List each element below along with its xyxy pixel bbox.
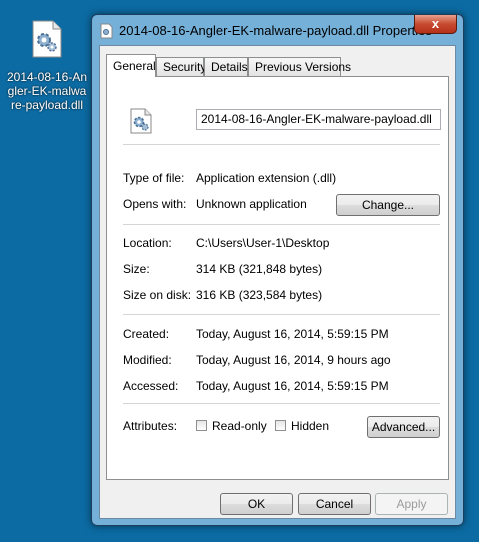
desktop-file-item[interactable]: 2014-08-16-Angler-EK-malware-payload.dll	[6, 20, 88, 112]
cancel-button[interactable]: Cancel	[298, 493, 371, 515]
separator	[123, 224, 440, 225]
properties-window: 2014-08-16-Angler-EK-malware-payload.dll…	[91, 14, 464, 526]
dll-file-icon	[129, 108, 153, 134]
size-on-disk-value: 316 KB (323,584 bytes)	[196, 288, 323, 302]
attributes-label: Attributes:	[123, 419, 178, 433]
separator	[123, 314, 440, 315]
window-title: 2014-08-16-Angler-EK-malware-payload.dll…	[119, 23, 432, 38]
dll-file-icon	[31, 20, 63, 58]
location-value: C:\Users\User-1\Desktop	[196, 236, 330, 250]
tab-security[interactable]: Security	[156, 57, 206, 76]
apply-button[interactable]: Apply	[375, 493, 448, 515]
advanced-button[interactable]: Advanced...	[367, 416, 440, 438]
opens-with-value: Unknown application	[196, 197, 307, 211]
ok-button[interactable]: OK	[220, 493, 293, 515]
type-of-file-value: Application extension (.dll)	[196, 171, 337, 185]
opens-with-label: Opens with:	[123, 197, 187, 211]
size-on-disk-label: Size on disk:	[123, 288, 192, 302]
accessed-value: Today, August 16, 2014, 5:59:15 PM	[196, 379, 389, 393]
change-button[interactable]: Change...	[336, 194, 440, 216]
created-value: Today, August 16, 2014, 5:59:15 PM	[196, 327, 389, 341]
separator	[123, 403, 440, 404]
modified-label: Modified:	[123, 353, 172, 367]
dialog-client: General Security Details Previous Versio…	[99, 45, 456, 519]
size-value: 314 KB (321,848 bytes)	[196, 262, 323, 276]
hidden-label[interactable]: Hidden	[291, 419, 329, 433]
close-icon: x	[431, 16, 440, 31]
desktop-file-label: 2014-08-16-Angler-EK-malware-payload.dll	[6, 70, 88, 112]
tab-previous-versions[interactable]: Previous Versions	[248, 57, 351, 76]
hidden-checkbox[interactable]	[275, 420, 286, 431]
tab-general[interactable]: General	[106, 54, 156, 77]
accessed-label: Accessed:	[123, 379, 179, 393]
dll-file-icon	[100, 23, 113, 39]
filename-field[interactable]: 2014-08-16-Angler-EK-malware-payload.dll	[196, 109, 441, 130]
separator	[123, 144, 440, 145]
close-button[interactable]: x	[414, 15, 457, 34]
read-only-checkbox[interactable]	[196, 420, 207, 431]
type-of-file-label: Type of file:	[123, 171, 185, 185]
location-label: Location:	[123, 236, 172, 250]
general-panel: 2014-08-16-Angler-EK-malware-payload.dll…	[106, 76, 449, 480]
tab-details[interactable]: Details	[204, 57, 248, 76]
created-label: Created:	[123, 327, 170, 341]
modified-value: Today, August 16, 2014, 9 hours ago	[196, 353, 391, 367]
size-label: Size:	[123, 262, 150, 276]
read-only-label[interactable]: Read-only	[212, 419, 267, 433]
